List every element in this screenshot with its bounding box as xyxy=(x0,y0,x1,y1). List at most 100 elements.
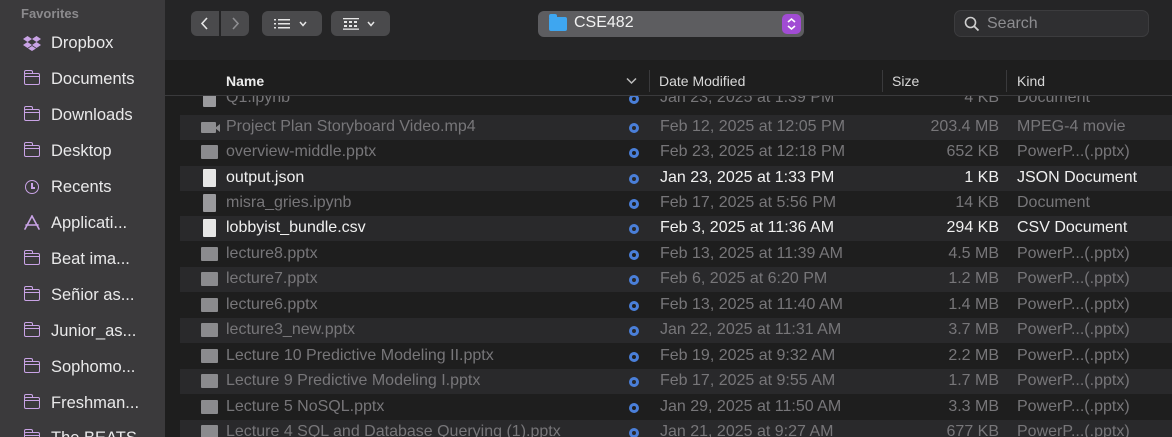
file-date: Feb 13, 2025 at 11:40 AM xyxy=(660,296,843,313)
clock-icon xyxy=(22,179,42,195)
table-row[interactable]: Lecture 9 Predictive Modeling I.pptx Feb… xyxy=(180,369,1172,394)
table-row[interactable]: misra_gries.ipynb Feb 17, 2025 at 5:56 P… xyxy=(180,191,1172,216)
sidebar-item-freshman[interactable]: Freshman... xyxy=(0,385,165,421)
group-by-button[interactable] xyxy=(331,11,390,36)
presentation-icon xyxy=(201,374,218,388)
file-name: lobbyist_bundle.csv xyxy=(226,219,366,236)
column-name-header[interactable]: Name xyxy=(226,73,264,89)
table-row[interactable]: Lecture 4 SQL and Database Querying (1).… xyxy=(180,420,1172,437)
presentation-icon xyxy=(201,272,218,286)
path-label: CSE482 xyxy=(574,14,634,31)
sidebar-item-desktop[interactable]: Desktop xyxy=(0,133,165,169)
sync-status-icon xyxy=(629,224,639,234)
file-name: lecture3_new.pptx xyxy=(226,321,355,338)
dropbox-icon xyxy=(22,35,42,51)
file-size: 1 KB xyxy=(964,169,999,186)
file-kind: Document xyxy=(1017,96,1090,106)
folder-icon xyxy=(22,142,42,159)
column-size-header[interactable]: Size xyxy=(892,73,919,89)
presentation-icon xyxy=(201,247,218,261)
search-input[interactable] xyxy=(985,13,1139,35)
file-kind: PowerP...(.pptx) xyxy=(1017,143,1130,160)
file-date: Feb 3, 2025 at 11:36 AM xyxy=(660,219,835,236)
column-kind-header[interactable]: Kind xyxy=(1017,73,1045,89)
search-field[interactable] xyxy=(954,10,1149,37)
file-date: Feb 17, 2025 at 5:56 PM xyxy=(660,194,837,211)
column-header: Name Date Modified Size Kind xyxy=(165,66,1172,96)
popup-chevron-icon xyxy=(782,14,801,34)
sidebar-item-the-beats[interactable]: The BEATS xyxy=(0,420,165,437)
table-row[interactable]: lecture7.pptx Feb 6, 2025 at 6:20 PM 1.2… xyxy=(180,267,1172,292)
table-row[interactable]: lecture8.pptx Feb 13, 2025 at 11:39 AM 4… xyxy=(180,242,1172,267)
sidebar-item-applications[interactable]: Applicati... xyxy=(0,205,165,241)
document-icon xyxy=(203,219,216,237)
sidebar-item-label: Applicati... xyxy=(51,213,128,232)
back-button[interactable] xyxy=(191,11,219,36)
sort-chevron-icon[interactable] xyxy=(626,74,637,88)
table-row[interactable]: lecture6.pptx Feb 13, 2025 at 11:40 AM 1… xyxy=(180,293,1172,318)
table-row[interactable]: Lecture 5 NoSQL.pptx Jan 29, 2025 at 11:… xyxy=(180,395,1172,420)
column-divider[interactable] xyxy=(882,70,883,92)
table-row[interactable]: Q1.ipynb Jan 23, 2025 at 1:39 PM 4 KB Do… xyxy=(180,96,1172,111)
sidebar-item-recents[interactable]: Recents xyxy=(0,169,165,205)
sync-status-icon xyxy=(629,352,639,362)
sidebar-item-label: Beat ima... xyxy=(51,249,130,268)
file-kind: PowerP...(.pptx) xyxy=(1017,372,1130,389)
file-kind: MPEG-4 movie xyxy=(1017,118,1126,135)
sidebar-item-sophomore[interactable]: Sophomo... xyxy=(0,349,165,385)
sync-status-icon xyxy=(629,377,639,387)
file-size: 4.5 MB xyxy=(948,245,999,262)
sync-status-icon xyxy=(629,199,639,209)
sync-status-icon xyxy=(629,428,639,437)
file-size: 652 KB xyxy=(946,143,999,160)
file-date: Jan 22, 2025 at 11:31 AM xyxy=(660,321,842,338)
path-popup[interactable]: CSE482 xyxy=(538,11,804,37)
table-row[interactable]: overview-middle.pptx Feb 23, 2025 at 12:… xyxy=(180,140,1172,165)
file-date: Feb 6, 2025 at 6:20 PM xyxy=(660,270,828,287)
sync-status-icon xyxy=(629,123,639,133)
table-row[interactable]: Project Plan Storyboard Video.mp4 Feb 12… xyxy=(180,115,1172,140)
sidebar-item-senior[interactable]: Señior as... xyxy=(0,277,165,313)
sync-status-icon xyxy=(629,403,639,413)
list-view-icon xyxy=(274,18,307,28)
sidebar-item-junior[interactable]: Junior_as... xyxy=(0,313,165,349)
file-size: 14 KB xyxy=(955,194,999,211)
search-icon xyxy=(964,16,980,32)
file-list: Q1.ipynb Jan 23, 2025 at 1:39 PM 4 KB Do… xyxy=(180,96,1172,437)
file-size: 677 KB xyxy=(946,423,999,437)
presentation-icon xyxy=(201,323,218,337)
sidebar-item-downloads[interactable]: Downloads xyxy=(0,97,165,133)
file-name: Project Plan Storyboard Video.mp4 xyxy=(226,118,476,135)
file-name: Lecture 9 Predictive Modeling I.pptx xyxy=(226,372,481,389)
table-row[interactable]: Lecture 10 Predictive Modeling II.pptx F… xyxy=(180,344,1172,369)
file-size: 1.2 MB xyxy=(948,270,999,287)
forward-button[interactable] xyxy=(221,11,249,36)
nav-buttons xyxy=(191,11,251,36)
column-divider[interactable] xyxy=(649,70,650,92)
sidebar-item-label: Señior as... xyxy=(51,285,135,304)
sidebar-item-beat-images[interactable]: Beat ima... xyxy=(0,241,165,277)
file-name: lecture8.pptx xyxy=(226,245,318,262)
table-row[interactable]: lecture3_new.pptx Jan 22, 2025 at 11:31 … xyxy=(180,318,1172,343)
column-divider[interactable] xyxy=(1006,70,1007,92)
sidebar-item-dropbox[interactable]: Dropbox xyxy=(0,25,165,61)
sidebar-item-label: Junior_as... xyxy=(51,321,137,340)
folder-icon xyxy=(22,394,42,411)
sync-status-icon xyxy=(629,301,639,311)
sync-status-icon xyxy=(629,275,639,285)
sidebar-item-label: Downloads xyxy=(51,105,133,124)
sidebar-item-label: Dropbox xyxy=(51,33,114,52)
table-row[interactable]: lobbyist_bundle.csv Feb 3, 2025 at 11:36… xyxy=(180,216,1172,241)
column-date-header[interactable]: Date Modified xyxy=(659,73,745,89)
file-name: output.json xyxy=(226,169,305,186)
folder-icon xyxy=(22,358,42,375)
table-row[interactable]: output.json Jan 23, 2025 at 1:33 PM 1 KB… xyxy=(180,166,1172,191)
sidebar-item-label: Desktop xyxy=(51,141,112,160)
file-date: Feb 23, 2025 at 12:18 PM xyxy=(660,143,846,160)
folder-icon xyxy=(22,70,42,87)
presentation-icon xyxy=(201,145,218,159)
document-icon xyxy=(203,169,216,187)
sidebar-item-documents[interactable]: Documents xyxy=(0,61,165,97)
file-name: Q1.ipynb xyxy=(226,96,291,106)
list-view-button[interactable] xyxy=(262,11,322,36)
